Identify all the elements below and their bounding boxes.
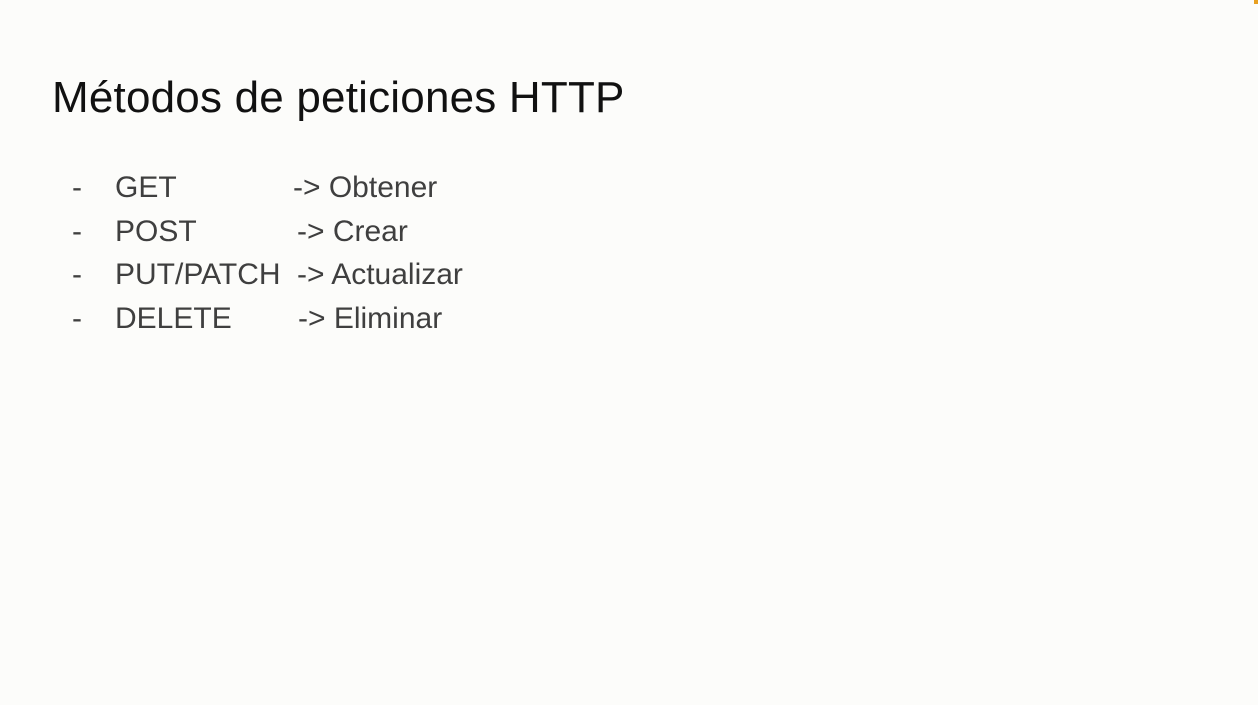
list-bullet: - [72,302,82,335]
corner-accent-mark [1254,0,1258,4]
method-action: -> Eliminar [298,302,443,335]
list-bullet: - [72,171,82,204]
method-name: PUT/PATCH [115,258,281,291]
list-bullet: - [72,258,82,291]
list-item-post: - POST -> Crear [0,214,520,250]
list-item-delete: - DELETE -> Eliminar [0,301,520,337]
slide-title: Métodos de peticiones HTTP [52,73,625,122]
method-action: -> Crear [297,215,408,248]
method-name: DELETE [115,302,232,335]
method-name: GET [115,171,177,204]
slide: Métodos de peticiones HTTP - GET -> Obte… [0,0,1258,705]
method-action: -> Obtener [293,171,438,204]
list-item-get: - GET -> Obtener [0,170,520,206]
method-name: POST [115,215,197,248]
list-item-put-patch: - PUT/PATCH -> Actualizar [0,257,520,293]
method-action: -> Actualizar [297,258,463,291]
list-bullet: - [72,215,82,248]
